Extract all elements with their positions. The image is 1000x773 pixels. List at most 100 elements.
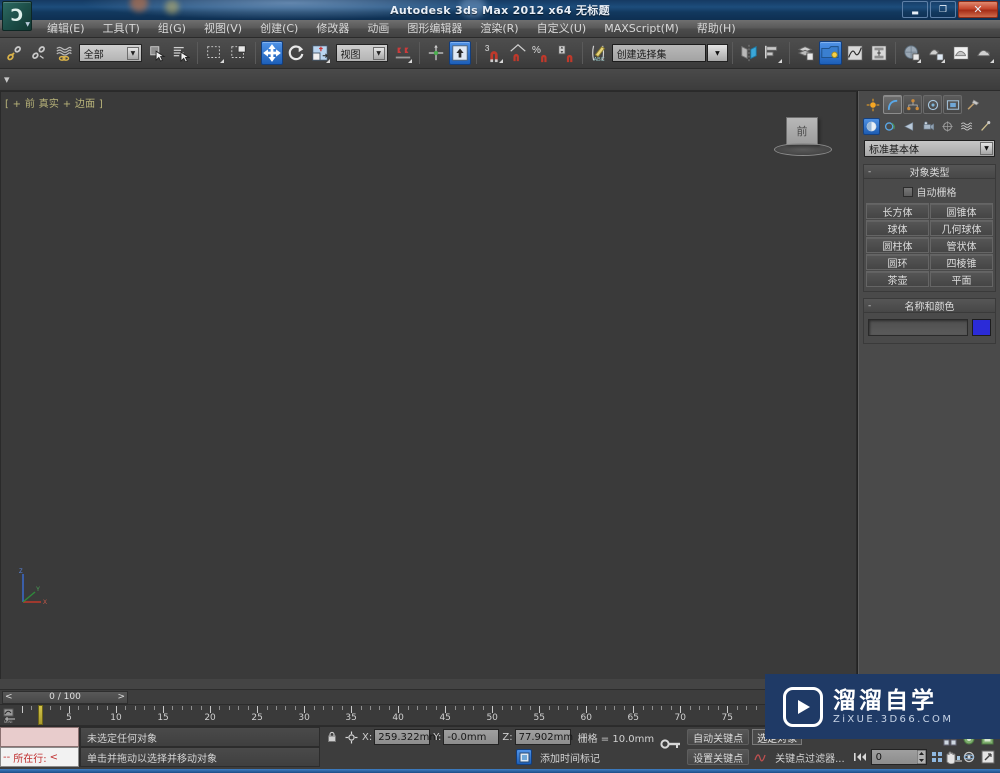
edit-named-selection-button[interactable]: ABC: [588, 41, 610, 65]
application-menu-button[interactable]: Ɔ ▼: [2, 1, 32, 31]
render-frame-window-button[interactable]: [949, 41, 971, 65]
hierarchy-tab[interactable]: [903, 95, 922, 114]
auto-key-button[interactable]: 自动关键点: [687, 729, 750, 745]
display-tab[interactable]: [943, 95, 962, 114]
utilities-tab[interactable]: [963, 95, 982, 114]
menu-help[interactable]: 帮助(H): [688, 20, 745, 38]
geometry-subtab[interactable]: [863, 117, 880, 135]
menu-rendering[interactable]: 渲染(R): [471, 20, 527, 38]
named-selection-set-input[interactable]: 创建选择集: [611, 44, 707, 62]
reference-coordinate-combo[interactable]: 视图 ▼: [335, 44, 388, 62]
add-time-tag-button[interactable]: [516, 749, 532, 765]
orbit-button[interactable]: [960, 748, 979, 766]
ribbon-expand-icon[interactable]: ▾: [4, 73, 10, 86]
schematic-view-button[interactable]: [868, 41, 890, 65]
select-object-button[interactable]: [146, 41, 168, 65]
pyramid-button[interactable]: 四棱锥: [930, 254, 993, 270]
menu-create[interactable]: 创建(C): [251, 20, 307, 38]
maximize-viewport-button[interactable]: [979, 748, 998, 766]
key-filters-label[interactable]: 关键点过滤器...: [775, 750, 845, 765]
render-setup-button[interactable]: [819, 41, 842, 65]
space-warps-subtab[interactable]: [958, 118, 975, 135]
select-and-manipulate-button[interactable]: [425, 41, 447, 65]
time-cursor[interactable]: [38, 705, 43, 725]
maxscript-input-field[interactable]: -- 所在行: <: [0, 747, 79, 767]
menu-group[interactable]: 组(G): [149, 20, 195, 38]
angle-snap-button[interactable]: [507, 41, 529, 65]
object-name-input[interactable]: [868, 319, 968, 336]
snaps-toggle-button[interactable]: 3: [482, 41, 504, 65]
cone-button[interactable]: 圆锥体: [930, 203, 993, 219]
helpers-subtab[interactable]: [939, 118, 956, 135]
close-button[interactable]: ✕: [958, 1, 998, 18]
shapes-subtab[interactable]: [882, 118, 899, 135]
align-button[interactable]: [762, 41, 784, 65]
collapse-icon[interactable]: -: [868, 167, 871, 177]
use-pivot-center-button[interactable]: [392, 41, 414, 65]
window-crossing-button[interactable]: [228, 41, 250, 65]
current-frame-field[interactable]: 0: [870, 749, 927, 765]
menu-graph-editors[interactable]: 图形编辑器: [398, 20, 471, 38]
minimize-button[interactable]: ▬: [902, 1, 928, 18]
systems-subtab[interactable]: [977, 118, 994, 135]
object-color-swatch[interactable]: [972, 319, 991, 336]
object-category-combo[interactable]: 标准基本体 ▼: [864, 140, 995, 157]
torus-button[interactable]: 圆环: [866, 254, 929, 270]
autogrid-checkbox[interactable]: [902, 186, 913, 197]
cameras-subtab[interactable]: [920, 118, 937, 135]
viewport-front[interactable]: [ + 前 真实 + 边面 ] 前 Z X Y: [0, 91, 857, 689]
selection-lock-toggle[interactable]: [324, 729, 340, 745]
named-selection-dropdown-button[interactable]: ▼: [707, 44, 728, 62]
collapse-icon[interactable]: -: [868, 301, 871, 311]
maxscript-output-field[interactable]: [0, 727, 79, 747]
select-by-name-button[interactable]: [170, 41, 192, 65]
bind-space-warp-button[interactable]: [52, 41, 74, 65]
next-frame-button[interactable]: >: [117, 692, 125, 702]
menu-tools[interactable]: 工具(T): [94, 20, 149, 38]
modify-tab[interactable]: [883, 95, 902, 114]
select-and-rotate-button[interactable]: [285, 41, 307, 65]
create-tab[interactable]: [863, 95, 882, 114]
render-iterative-button[interactable]: [974, 41, 996, 65]
prev-frame-button[interactable]: <: [5, 692, 13, 702]
view-cube[interactable]: 前: [774, 117, 834, 159]
view-cube-face[interactable]: 前: [786, 117, 818, 145]
coord-y-value[interactable]: -0.0mm: [443, 729, 500, 745]
menu-edit[interactable]: 编辑(E): [38, 20, 94, 38]
menu-modifiers[interactable]: 修改器: [307, 20, 358, 38]
rectangular-select-region-button[interactable]: [203, 41, 225, 65]
layer-manager-button[interactable]: [795, 41, 817, 65]
keyboard-shortcut-override-button[interactable]: [449, 41, 472, 65]
menu-customize[interactable]: 自定义(U): [528, 20, 596, 38]
coord-x-field[interactable]: X: 259.322mm: [362, 729, 439, 745]
teapot-button[interactable]: 茶壶: [866, 271, 929, 287]
menu-maxscript[interactable]: MAXScript(M): [595, 20, 688, 38]
box-button[interactable]: 长方体: [866, 203, 929, 219]
name-and-color-header[interactable]: - 名称和颜色: [864, 299, 995, 313]
coord-x-value[interactable]: 259.322mm: [374, 729, 439, 745]
select-link-button[interactable]: [4, 41, 26, 65]
curve-editor-button[interactable]: [844, 41, 866, 65]
motion-tab[interactable]: [923, 95, 942, 114]
set-key-button[interactable]: 设置关键点: [687, 749, 750, 765]
spinner-arrows[interactable]: [916, 750, 926, 764]
menu-animation[interactable]: 动画: [358, 20, 398, 38]
time-slider[interactable]: < 0 / 100 >: [2, 690, 128, 704]
select-and-scale-button[interactable]: [309, 41, 331, 65]
unlink-selection-button[interactable]: [28, 41, 50, 65]
render-production-button[interactable]: [925, 41, 947, 65]
plane-button[interactable]: 平面: [930, 271, 993, 287]
goto-start-button[interactable]: [852, 749, 868, 765]
autogrid-row[interactable]: 自动栅格: [866, 182, 993, 203]
sphere-button[interactable]: 球体: [866, 220, 929, 236]
select-and-move-button[interactable]: [260, 41, 284, 65]
key-filters-icon[interactable]: [752, 749, 768, 765]
absolute-relative-toggle[interactable]: [343, 729, 359, 745]
spinner-snap-button[interactable]: [555, 41, 577, 65]
viewport-label[interactable]: [ + 前 真实 + 边面 ]: [5, 95, 103, 110]
material-editor-button[interactable]: [901, 41, 923, 65]
cylinder-button[interactable]: 圆柱体: [866, 237, 929, 253]
percent-snap-button[interactable]: %: [531, 41, 553, 65]
coord-y-field[interactable]: Y: -0.0mm: [433, 729, 500, 745]
key-mode-toggle[interactable]: [658, 727, 684, 761]
